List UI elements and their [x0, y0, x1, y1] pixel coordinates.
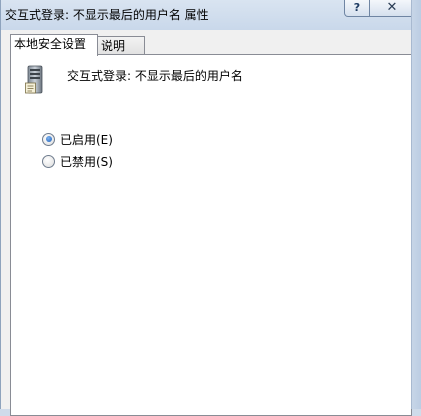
properties-dialog: 交互式登录: 不显示最后的用户名 属性 ? ✕ 本地安全设置 说明 交互式登录:… [0, 0, 421, 416]
window-title: 交互式登录: 不显示最后的用户名 属性 [5, 8, 209, 22]
option-disabled[interactable]: 已禁用(S) [42, 153, 113, 169]
help-button[interactable]: ? [344, 0, 370, 17]
option-disabled-label[interactable]: 已禁用(S) [60, 153, 113, 170]
radio-disabled[interactable] [42, 154, 55, 168]
server-icon [25, 65, 43, 94]
tab-explain[interactable]: 说明 [97, 36, 145, 55]
window-right-edge [411, 0, 421, 409]
close-button[interactable]: ✕ [369, 0, 415, 17]
tab-local-security-setting[interactable]: 本地安全设置 [10, 34, 98, 56]
dialog-client-area: 本地安全设置 说明 交互式登录: 不显示最后的用户名 已启用(E) 已禁用(S) [1, 30, 421, 416]
tab-panel: 交互式登录: 不显示最后的用户名 已启用(E) 已禁用(S) [10, 54, 412, 416]
title-bar[interactable]: 交互式登录: 不显示最后的用户名 属性 ? ✕ [1, 0, 421, 26]
option-enabled-label[interactable]: 已启用(E) [60, 131, 113, 148]
option-enabled[interactable]: 已启用(E) [42, 131, 113, 147]
radio-enabled[interactable] [42, 132, 55, 146]
policy-name: 交互式登录: 不显示最后的用户名 [67, 69, 243, 83]
